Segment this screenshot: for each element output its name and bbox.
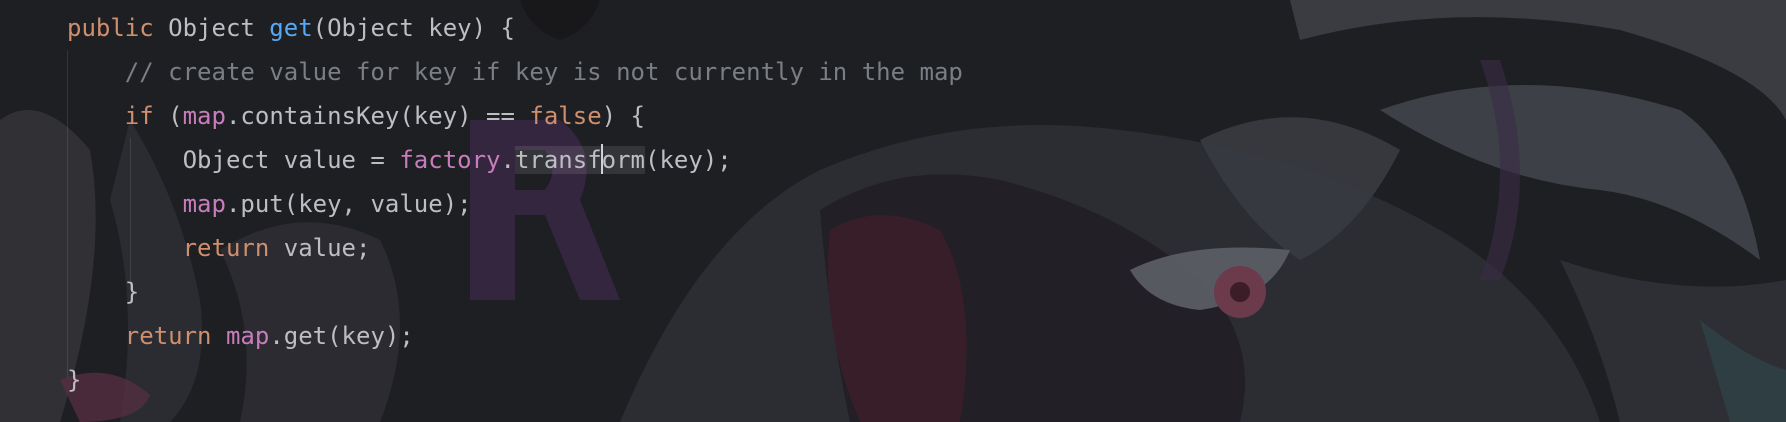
code-editor[interactable]: public Object get(Object key) { // creat… (0, 0, 1786, 422)
code-token-kw: if (124, 102, 154, 130)
code-token-plain: Object value = (67, 146, 400, 174)
code-token-field: factory (399, 146, 501, 174)
code-line[interactable]: map.put(key, value); (67, 182, 963, 226)
code-line[interactable]: } (67, 270, 963, 314)
code-token-field: map (182, 102, 226, 130)
code-token-plain: (Object key) { (312, 14, 515, 42)
code-token-field: map (225, 322, 270, 350)
code-line[interactable]: Object value = factory.transform(key); (67, 138, 963, 182)
code-token-plain: . (500, 146, 515, 174)
code-token-kw: return (124, 322, 212, 350)
code-token-plain: .put(key, value); (225, 190, 472, 218)
code-token-plain: Object (153, 14, 270, 42)
code-token-plain: ) { (601, 102, 646, 130)
code-token-plain: .get(key); (269, 322, 414, 350)
code-token-plain: .containsKey(key) == (225, 102, 530, 130)
code-line[interactable]: // create value for key if key is not cu… (67, 50, 963, 94)
code-line[interactable]: return map.get(key); (67, 314, 963, 358)
code-token-comment: // create value for key if key is not cu… (124, 58, 963, 86)
code-token-plain: ( (153, 102, 183, 130)
code-token-field: map (182, 190, 226, 218)
code-line[interactable]: if (map.containsKey(key) == false) { (67, 94, 963, 138)
code-token-kw: false (529, 102, 602, 130)
code-token-plain: } (67, 278, 140, 306)
code-line[interactable]: public Object get(Object key) { (67, 6, 963, 50)
code-token-kw: return (182, 234, 270, 262)
code-token-kw: public (67, 14, 154, 42)
code-token-plain: } (67, 366, 82, 394)
code-token-plain: value; (269, 234, 371, 262)
code-token-hl: orm (601, 146, 646, 174)
code-token-fn: get (269, 14, 313, 42)
code-token-plain: (key); (645, 146, 732, 174)
code-token-hl: transf (514, 146, 602, 174)
code-line[interactable]: return value; (67, 226, 963, 270)
code-area[interactable]: public Object get(Object key) { // creat… (67, 6, 963, 402)
code-line[interactable]: } (67, 358, 963, 402)
